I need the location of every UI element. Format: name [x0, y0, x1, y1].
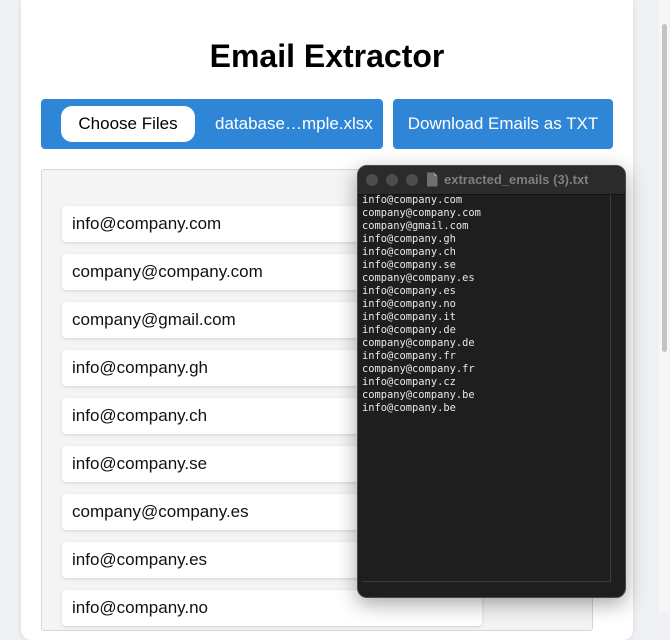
download-emails-button[interactable]: Download Emails as TXT [393, 99, 613, 149]
file-text-content[interactable]: info@company.com company@company.com com… [362, 194, 611, 582]
text-file-window: extracted_emails (3).txt info@company.co… [357, 165, 626, 598]
page-title: Email Extractor [209, 38, 445, 74]
page-scrollbar[interactable] [659, 0, 670, 613]
document-icon [426, 172, 438, 192]
scrollbar-thumb[interactable] [662, 24, 667, 352]
choose-files-button[interactable]: Choose Files [61, 106, 195, 142]
minimize-window-button[interactable] [386, 174, 398, 186]
selected-file-name: database…mple.xlsx [215, 114, 373, 133]
window-title: extracted_emails (3).txt [444, 172, 589, 187]
window-titlebar[interactable]: extracted_emails (3).txt [358, 166, 625, 195]
close-window-button[interactable] [366, 174, 378, 186]
file-input[interactable]: Choose Files database…mple.xlsx [41, 99, 383, 149]
zoom-window-button[interactable] [406, 174, 418, 186]
